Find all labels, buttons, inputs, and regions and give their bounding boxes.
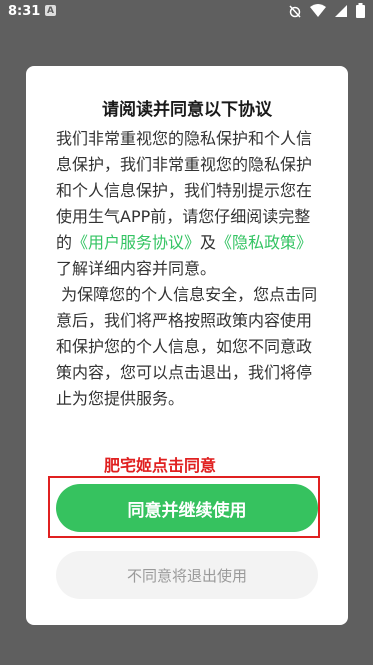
agreement-and: 及: [200, 233, 217, 252]
wifi-icon: [310, 3, 326, 18]
user-service-agreement-link[interactable]: 《用户服务协议》: [72, 233, 200, 252]
privacy-dialog: 请阅读并同意以下协议 我们非常重视您的隐私保护和个人信息保护，我们非常重视您的隐…: [26, 66, 348, 625]
dialog-body: 我们非常重视您的隐私保护和个人信息保护，我们非常重视您的隐私保护和个人信息保护，…: [56, 126, 318, 412]
agree-continue-button[interactable]: 同意并继续使用: [56, 484, 318, 532]
annotation-label: 肥宅姬点击同意: [104, 456, 217, 475]
privacy-paragraph: 为保障您的个人信息安全，您点击同意后，我们将严格按照政策内容使用和保护您的个人信…: [56, 285, 318, 408]
dialog-title: 请阅读并同意以下协议: [102, 100, 272, 120]
status-time: 8:31: [8, 4, 41, 19]
decline-exit-button[interactable]: 不同意将退出使用: [56, 551, 318, 599]
battery-icon: [356, 3, 365, 18]
agreement-paragraph: 我们非常重视您的隐私保护和个人信息保护，我们非常重视您的隐私保护和个人信息保护，…: [56, 126, 318, 282]
alarm-off-icon: [288, 4, 302, 18]
privacy-policy-link[interactable]: 《隐私政策》: [216, 233, 312, 252]
app-notification-icon: A: [45, 5, 56, 16]
signal-icon: [334, 4, 348, 18]
status-icons: [288, 3, 365, 18]
agreement-outro: 了解详细内容并同意。: [56, 259, 217, 278]
status-bar: 8:31 A: [0, 0, 373, 24]
